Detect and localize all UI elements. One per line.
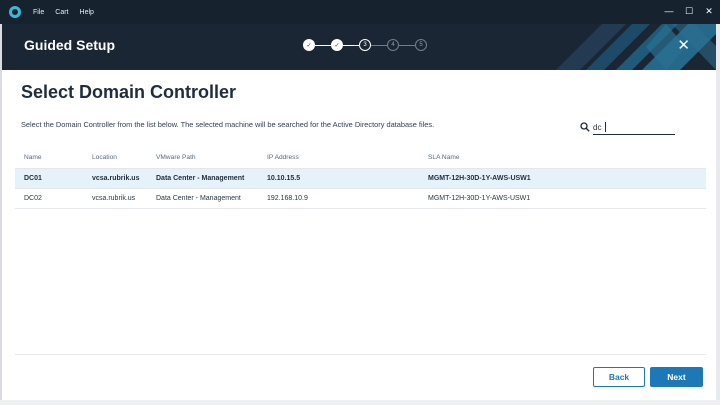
- close-wizard-button[interactable]: ✕: [677, 38, 690, 54]
- window-controls: — ☐ ✕: [664, 5, 714, 17]
- step-connector: [315, 44, 331, 46]
- column-header-ip-address[interactable]: IP Address: [267, 154, 428, 161]
- wizard-title: Guided Setup: [24, 37, 115, 53]
- step-5: 5: [415, 39, 427, 51]
- step-connector: [371, 44, 387, 46]
- search-icon: [580, 122, 590, 132]
- menu-file[interactable]: File: [33, 9, 44, 16]
- table-header: Name Location VMware Path IP Address SLA…: [15, 147, 706, 169]
- cell-sla-name: MGMT-12H-30D-1Y-AWS-USW1: [428, 195, 531, 202]
- menu-cart[interactable]: Cart: [55, 9, 68, 16]
- window-close-button[interactable]: ✕: [704, 5, 714, 17]
- background-strip-right: [716, 24, 720, 405]
- step-connector: [399, 44, 415, 46]
- cell-vmware-path: Data Center - Management: [156, 175, 245, 182]
- cell-sla-name: MGMT-12H-30D-1Y-AWS-USW1: [428, 175, 531, 182]
- step-2-complete: ✓: [331, 39, 343, 51]
- search-underline: [593, 134, 675, 135]
- footer-divider: [15, 354, 706, 355]
- column-header-sla-name[interactable]: SLA Name: [428, 154, 688, 161]
- step-3-current: 3: [359, 39, 371, 51]
- wizard-header: Guided Setup ✓ ✓ 3 4 5 ✕: [2, 24, 716, 70]
- back-button[interactable]: Back: [593, 367, 645, 387]
- text-caret: [605, 122, 606, 132]
- step-4: 4: [387, 39, 399, 51]
- cell-name: DC02: [24, 195, 42, 202]
- column-header-vmware-path[interactable]: VMware Path: [156, 154, 267, 161]
- menu-help[interactable]: Help: [80, 9, 94, 16]
- next-button[interactable]: Next: [650, 367, 703, 387]
- background-strip-bottom: [0, 400, 720, 405]
- cell-ip-address: 192.168.10.9: [267, 195, 308, 202]
- page-title: Select Domain Controller: [21, 82, 237, 102]
- search-field[interactable]: [580, 120, 680, 136]
- cell-location: vcsa.rubrik.us: [92, 175, 140, 182]
- cell-ip-address: 10.10.15.5: [267, 175, 301, 182]
- cell-name: DC01: [24, 175, 42, 182]
- step-1-complete: ✓: [303, 39, 315, 51]
- step-connector: [343, 44, 359, 46]
- maximize-button[interactable]: ☐: [684, 5, 694, 17]
- page-description: Select the Domain Controller from the li…: [21, 120, 435, 129]
- menu-bar: File Cart Help — ☐ ✕: [0, 0, 720, 24]
- domain-controller-table: Name Location VMware Path IP Address SLA…: [15, 147, 706, 209]
- column-header-location[interactable]: Location: [92, 154, 156, 161]
- cell-vmware-path: Data Center - Management: [156, 195, 241, 202]
- wizard-stepper: ✓ ✓ 3 4 5: [303, 38, 427, 52]
- minimize-button[interactable]: —: [664, 5, 674, 17]
- table-row[interactable]: DC02 vcsa.rubrik.us Data Center - Manage…: [15, 189, 706, 209]
- app-logo-icon: [9, 6, 21, 18]
- cell-location: vcsa.rubrik.us: [92, 195, 136, 202]
- content-panel: Select Domain Controller Select the Doma…: [2, 70, 716, 400]
- table-row[interactable]: DC01 vcsa.rubrik.us Data Center - Manage…: [15, 169, 706, 189]
- column-header-name[interactable]: Name: [15, 154, 92, 161]
